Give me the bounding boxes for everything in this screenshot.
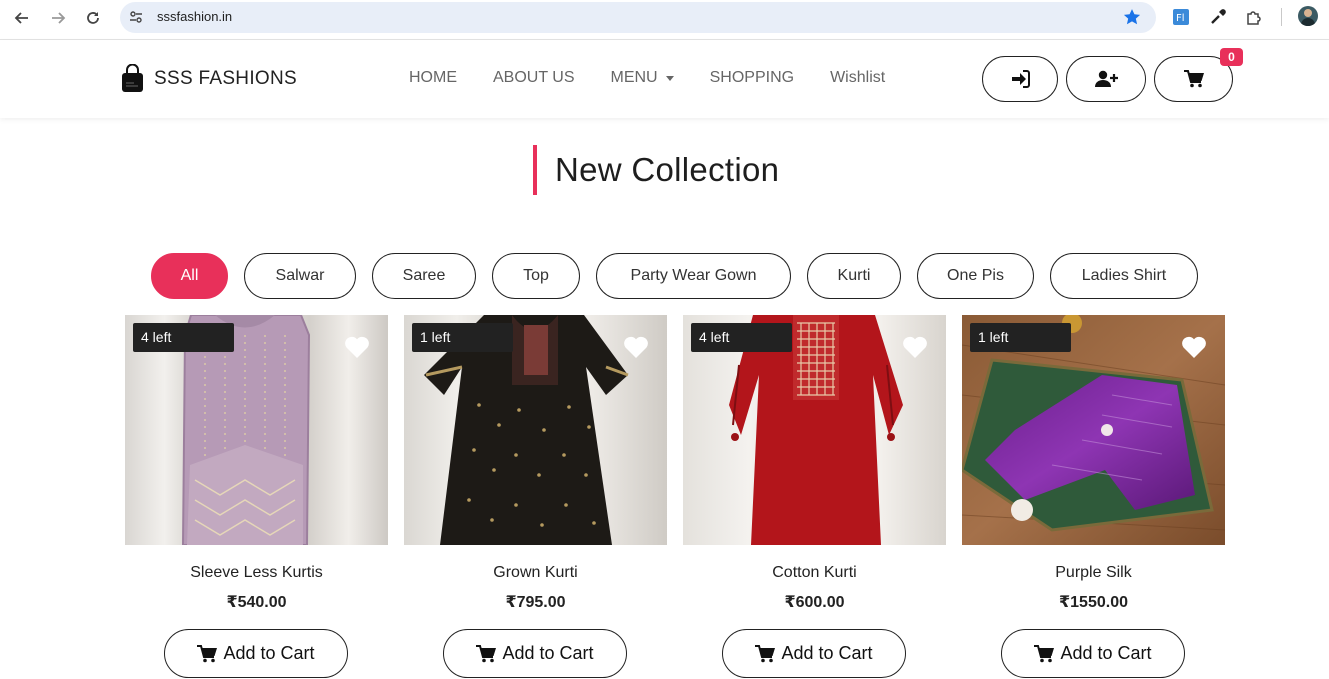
- nav-wishlist[interactable]: Wishlist: [830, 69, 885, 87]
- caret-down-icon: [665, 75, 674, 81]
- add-to-cart-label: Add to Cart: [781, 643, 873, 663]
- product-name[interactable]: Sleeve Less Kurtis: [125, 564, 388, 582]
- filter-all[interactable]: All: [151, 253, 228, 299]
- product-image[interactable]: 4 left: [125, 315, 388, 545]
- stock-badge: 1 left: [412, 323, 513, 352]
- main-nav: HOME ABOUT US MENU SHOPPING Wishlist: [409, 69, 921, 87]
- extension-fl-icon[interactable]: Fl: [1170, 6, 1192, 28]
- heart-wishlist-icon[interactable]: [902, 335, 928, 364]
- svg-text:Fl: Fl: [1176, 13, 1185, 24]
- filter-salwar[interactable]: Salwar: [244, 253, 356, 299]
- product-price: ₹600.00: [784, 594, 845, 611]
- cart-count-badge: 0: [1220, 48, 1243, 66]
- register-button[interactable]: [1066, 56, 1146, 102]
- page-title: New Collection: [555, 151, 780, 188]
- product-image[interactable]: 1 left: [404, 315, 667, 545]
- filter-saree[interactable]: Saree: [372, 253, 476, 299]
- product-price: ₹795.00: [505, 594, 566, 611]
- product-price: ₹540.00: [226, 594, 287, 611]
- nav-menu-dropdown[interactable]: MENU: [611, 69, 674, 87]
- shopping-cart-icon: [1034, 644, 1055, 662]
- stock-badge: 1 left: [970, 323, 1071, 352]
- address-bar[interactable]: sssfashion.in: [120, 2, 1156, 33]
- heart-wishlist-icon[interactable]: [1181, 335, 1207, 364]
- toolbar-divider: [1281, 8, 1282, 26]
- product-image[interactable]: 4 left: [683, 315, 946, 545]
- product-card: 1 left Purple Silk ₹1550.00 Add to Cart: [962, 315, 1225, 679]
- sign-in-icon: [1012, 70, 1030, 88]
- forward-arrow-icon[interactable]: [45, 6, 71, 30]
- product-card: 1 left Grown Kurti ₹795.00 Add to Cart: [404, 315, 667, 679]
- filter-kurti[interactable]: Kurti: [807, 253, 901, 299]
- nav-home[interactable]: HOME: [409, 69, 457, 87]
- product-price: ₹1550.00: [1059, 594, 1128, 611]
- profile-avatar[interactable]: [1298, 6, 1318, 26]
- reload-icon[interactable]: [80, 6, 106, 30]
- shopping-cart-icon: [476, 644, 497, 662]
- add-to-cart-button[interactable]: Add to Cart: [722, 629, 906, 678]
- heart-wishlist-icon[interactable]: [344, 335, 370, 364]
- filter-one-pis[interactable]: One Pis: [917, 253, 1034, 299]
- brand-name: SSS FASHIONS: [154, 67, 297, 89]
- stock-badge: 4 left: [133, 323, 234, 352]
- product-name[interactable]: Purple Silk: [962, 564, 1225, 582]
- add-to-cart-label: Add to Cart: [223, 643, 315, 663]
- site-header: SSS FASHIONS HOME ABOUT US MENU SHOPPING…: [0, 40, 1329, 118]
- login-button[interactable]: [982, 56, 1058, 102]
- heart-wishlist-icon[interactable]: [623, 335, 649, 364]
- eyedropper-icon[interactable]: [1207, 6, 1229, 28]
- back-arrow-icon[interactable]: [9, 6, 35, 30]
- filter-party-wear-gown[interactable]: Party Wear Gown: [596, 253, 791, 299]
- browser-toolbar: sssfashion.in Fl: [0, 0, 1329, 40]
- product-card: 4 left Cotton Kurti ₹600.00 Add to Cart: [683, 315, 946, 679]
- add-to-cart-label: Add to Cart: [502, 643, 594, 663]
- shopping-bag-icon: [122, 64, 143, 92]
- product-name[interactable]: Grown Kurti: [404, 564, 667, 582]
- product-name[interactable]: Cotton Kurti: [683, 564, 946, 582]
- url-text: sssfashion.in: [157, 9, 233, 24]
- title-accent-bar: [533, 145, 537, 195]
- extensions-puzzle-icon[interactable]: [1243, 6, 1265, 28]
- shopping-cart-icon: [755, 644, 776, 662]
- filter-top[interactable]: Top: [492, 253, 580, 299]
- section-heading: New Collection: [533, 145, 779, 195]
- site-settings-icon[interactable]: [128, 9, 144, 30]
- nav-shopping[interactable]: SHOPPING: [710, 69, 794, 87]
- shopping-cart-icon: [1183, 70, 1204, 88]
- brand-logo-link[interactable]: SSS FASHIONS: [120, 64, 297, 93]
- bookmark-star-icon[interactable]: [1122, 7, 1142, 32]
- shopping-cart-icon: [197, 644, 218, 662]
- nav-menu-label: MENU: [610, 69, 658, 86]
- add-to-cart-button[interactable]: Add to Cart: [1001, 629, 1185, 678]
- add-to-cart-label: Add to Cart: [1060, 643, 1152, 663]
- add-to-cart-button[interactable]: Add to Cart: [443, 629, 627, 678]
- user-plus-icon: [1095, 70, 1118, 87]
- product-card: 4 left Sleeve Less Kurtis ₹540.00 Add to…: [125, 315, 388, 679]
- product-image[interactable]: 1 left: [962, 315, 1225, 545]
- stock-badge: 4 left: [691, 323, 792, 352]
- add-to-cart-button[interactable]: Add to Cart: [164, 629, 348, 678]
- filter-ladies-shirt[interactable]: Ladies Shirt: [1050, 253, 1198, 299]
- nav-about-us[interactable]: ABOUT US: [493, 69, 575, 87]
